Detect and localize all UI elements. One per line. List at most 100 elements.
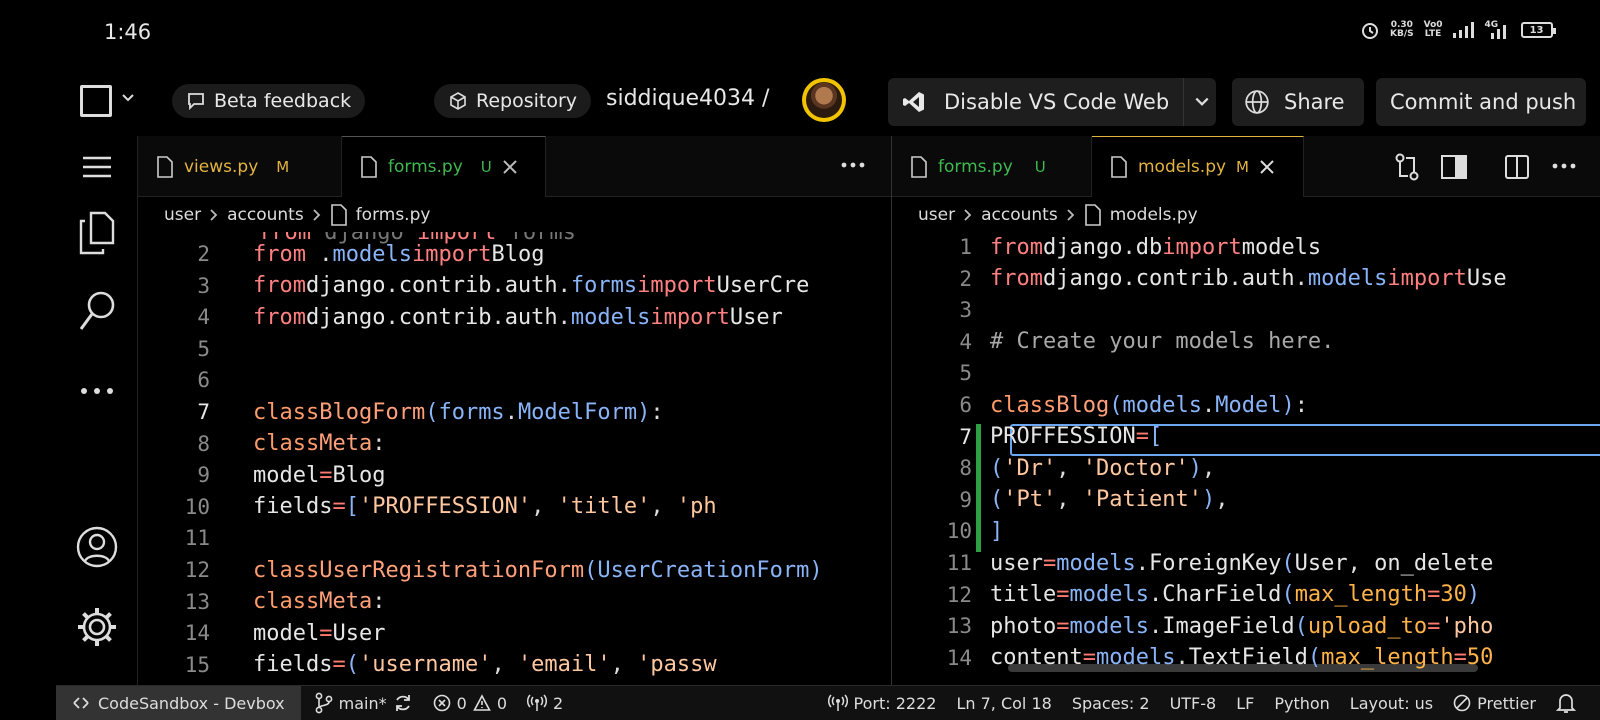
volte-bottom: LTE [1424, 29, 1442, 39]
file-icon [330, 204, 347, 226]
tab-models-py[interactable]: models.py M [1092, 136, 1304, 197]
more-actions-icon[interactable] [841, 162, 865, 168]
chevron-right-icon [210, 209, 218, 221]
search-icon[interactable] [74, 288, 120, 334]
close-icon[interactable] [1259, 159, 1275, 175]
port-label: Port: 2222 [853, 693, 937, 713]
workspace-owner[interactable]: siddique4034 / [606, 86, 769, 111]
menu-square-icon[interactable] [80, 85, 112, 117]
problems-indicator[interactable]: 0 0 [423, 694, 517, 713]
file-icon [1111, 156, 1127, 178]
code-line: class Meta: [253, 589, 386, 615]
prettier-label: Prettier [1477, 693, 1536, 713]
beta-feedback-label: Beta feedback [214, 90, 352, 112]
chevron-down-icon[interactable] [1194, 94, 1210, 110]
ports-indicator[interactable]: 2 [517, 694, 573, 713]
line-number: 3 [197, 273, 210, 298]
close-icon[interactable] [502, 159, 518, 175]
code-line: title = models. CharField(max_length = 30) [990, 582, 1481, 608]
prettier-indicator[interactable]: Prettier [1443, 694, 1546, 713]
line-number: 10 [184, 494, 210, 519]
error-count: 0 [456, 693, 467, 713]
line-number: 11 [946, 551, 972, 575]
breadcrumb-item[interactable]: forms.py [356, 205, 431, 225]
disable-vscode-web-label: Disable VS Code Web [944, 90, 1170, 114]
line-number: 9 [959, 487, 972, 512]
beta-feedback-button[interactable]: Beta feedback [172, 84, 366, 118]
code-line: photo = models. ImageField(upload_to ='pho [990, 613, 1494, 639]
prettier-disabled-icon [1453, 694, 1471, 712]
line-number: 1 [959, 235, 972, 259]
warning-icon [472, 694, 491, 711]
battery-indicator: 13 [1520, 22, 1556, 38]
tab-label: models.py [1138, 157, 1227, 177]
line-number: 14 [184, 621, 210, 646]
net-speed-unit: KB/S [1390, 29, 1414, 39]
volte-indicator: Vo0 LTE [1424, 21, 1443, 39]
breadcrumb-item[interactable]: accounts [227, 205, 304, 225]
line-number: 4 [197, 305, 210, 330]
sync-icon[interactable] [393, 693, 413, 713]
branch-indicator[interactable]: main* [305, 692, 423, 714]
gear-icon[interactable] [74, 604, 120, 650]
file-icon [911, 155, 927, 178]
tab-label: forms.py [388, 157, 463, 177]
untracked-badge: U [480, 158, 492, 176]
chevron-right-icon [313, 209, 320, 221]
signal-icon [1452, 22, 1474, 38]
language-mode[interactable]: Python [1264, 694, 1339, 713]
tab-forms-py[interactable]: forms.py U [892, 136, 1092, 197]
chevron-down-icon[interactable] [121, 90, 135, 109]
share-label: Share [1284, 90, 1345, 114]
notifications-bell[interactable] [1546, 692, 1600, 714]
breadcrumb-item[interactable]: user [918, 205, 955, 225]
end-of-line[interactable]: LF [1226, 694, 1264, 713]
commit-and-push-button[interactable]: Commit and push [1376, 78, 1586, 126]
line-number: 10 [946, 519, 972, 544]
remote-label: CodeSandbox - Devbox [98, 693, 285, 713]
left-editor-group: views.py M forms.py U user accounts form… [138, 136, 892, 685]
disable-vscode-web-button[interactable]: Disable VS Code Web [888, 78, 1216, 126]
breadcrumb-item[interactable]: accounts [981, 205, 1058, 225]
split-editor-icon[interactable] [1504, 154, 1530, 180]
status-bar: CodeSandbox - Devbox main* 0 0 2 Port: 2… [56, 685, 1600, 720]
breadcrumb: user accounts forms.py [138, 198, 891, 232]
signal-4g-icon: 4G [1485, 21, 1511, 39]
compare-changes-icon[interactable] [1394, 153, 1420, 181]
line-number: 15 [184, 652, 210, 677]
line-number: 14 [946, 645, 972, 670]
tab-forms-py[interactable]: forms.py U [342, 136, 546, 197]
file-icon [361, 156, 377, 178]
avatar[interactable] [802, 78, 846, 122]
comment-icon [188, 93, 204, 111]
line-number: 13 [946, 614, 972, 639]
toggle-panel-icon[interactable] [1440, 154, 1468, 180]
button-divider [1183, 78, 1185, 126]
left-code-area[interactable]: from django import forms 2 from . models i… [138, 232, 891, 685]
breadcrumb-item[interactable]: models.py [1110, 205, 1198, 225]
tab-views-py[interactable]: views.py M [138, 136, 342, 197]
right-tab-bar: forms.py U models.py M [892, 136, 1600, 197]
indentation[interactable]: Spaces: 2 [1062, 694, 1160, 713]
code-line: content = models. TextField(max_length = 50 [990, 645, 1494, 671]
account-icon[interactable] [74, 524, 120, 570]
port-indicator[interactable]: Port: 2222 [818, 694, 947, 713]
more-icon[interactable] [74, 368, 120, 414]
more-actions-icon[interactable] [1552, 163, 1576, 169]
broadcast-icon [527, 694, 547, 711]
keyboard-layout[interactable]: Layout: us [1340, 694, 1443, 713]
repository-button[interactable]: Repository [434, 84, 592, 118]
breadcrumb-item[interactable]: user [164, 205, 201, 225]
hamburger-menu-icon[interactable] [74, 144, 120, 190]
explorer-files-icon[interactable] [74, 210, 120, 256]
cursor-position[interactable]: Ln 7, Col 18 [946, 694, 1061, 713]
line-number: 4 [959, 329, 972, 354]
encoding[interactable]: UTF-8 [1160, 694, 1227, 713]
system-clock: 1:46 [104, 20, 152, 44]
share-button[interactable]: Share [1232, 78, 1364, 126]
remote-indicator[interactable]: CodeSandbox - Devbox [56, 685, 301, 720]
line-number: 6 [959, 393, 972, 417]
code-line: fields = ('username', 'email', 'passw [253, 652, 717, 678]
right-code-area[interactable]: 1 from django. db import models 2 from djang… [892, 232, 1600, 685]
file-icon [1084, 204, 1101, 226]
